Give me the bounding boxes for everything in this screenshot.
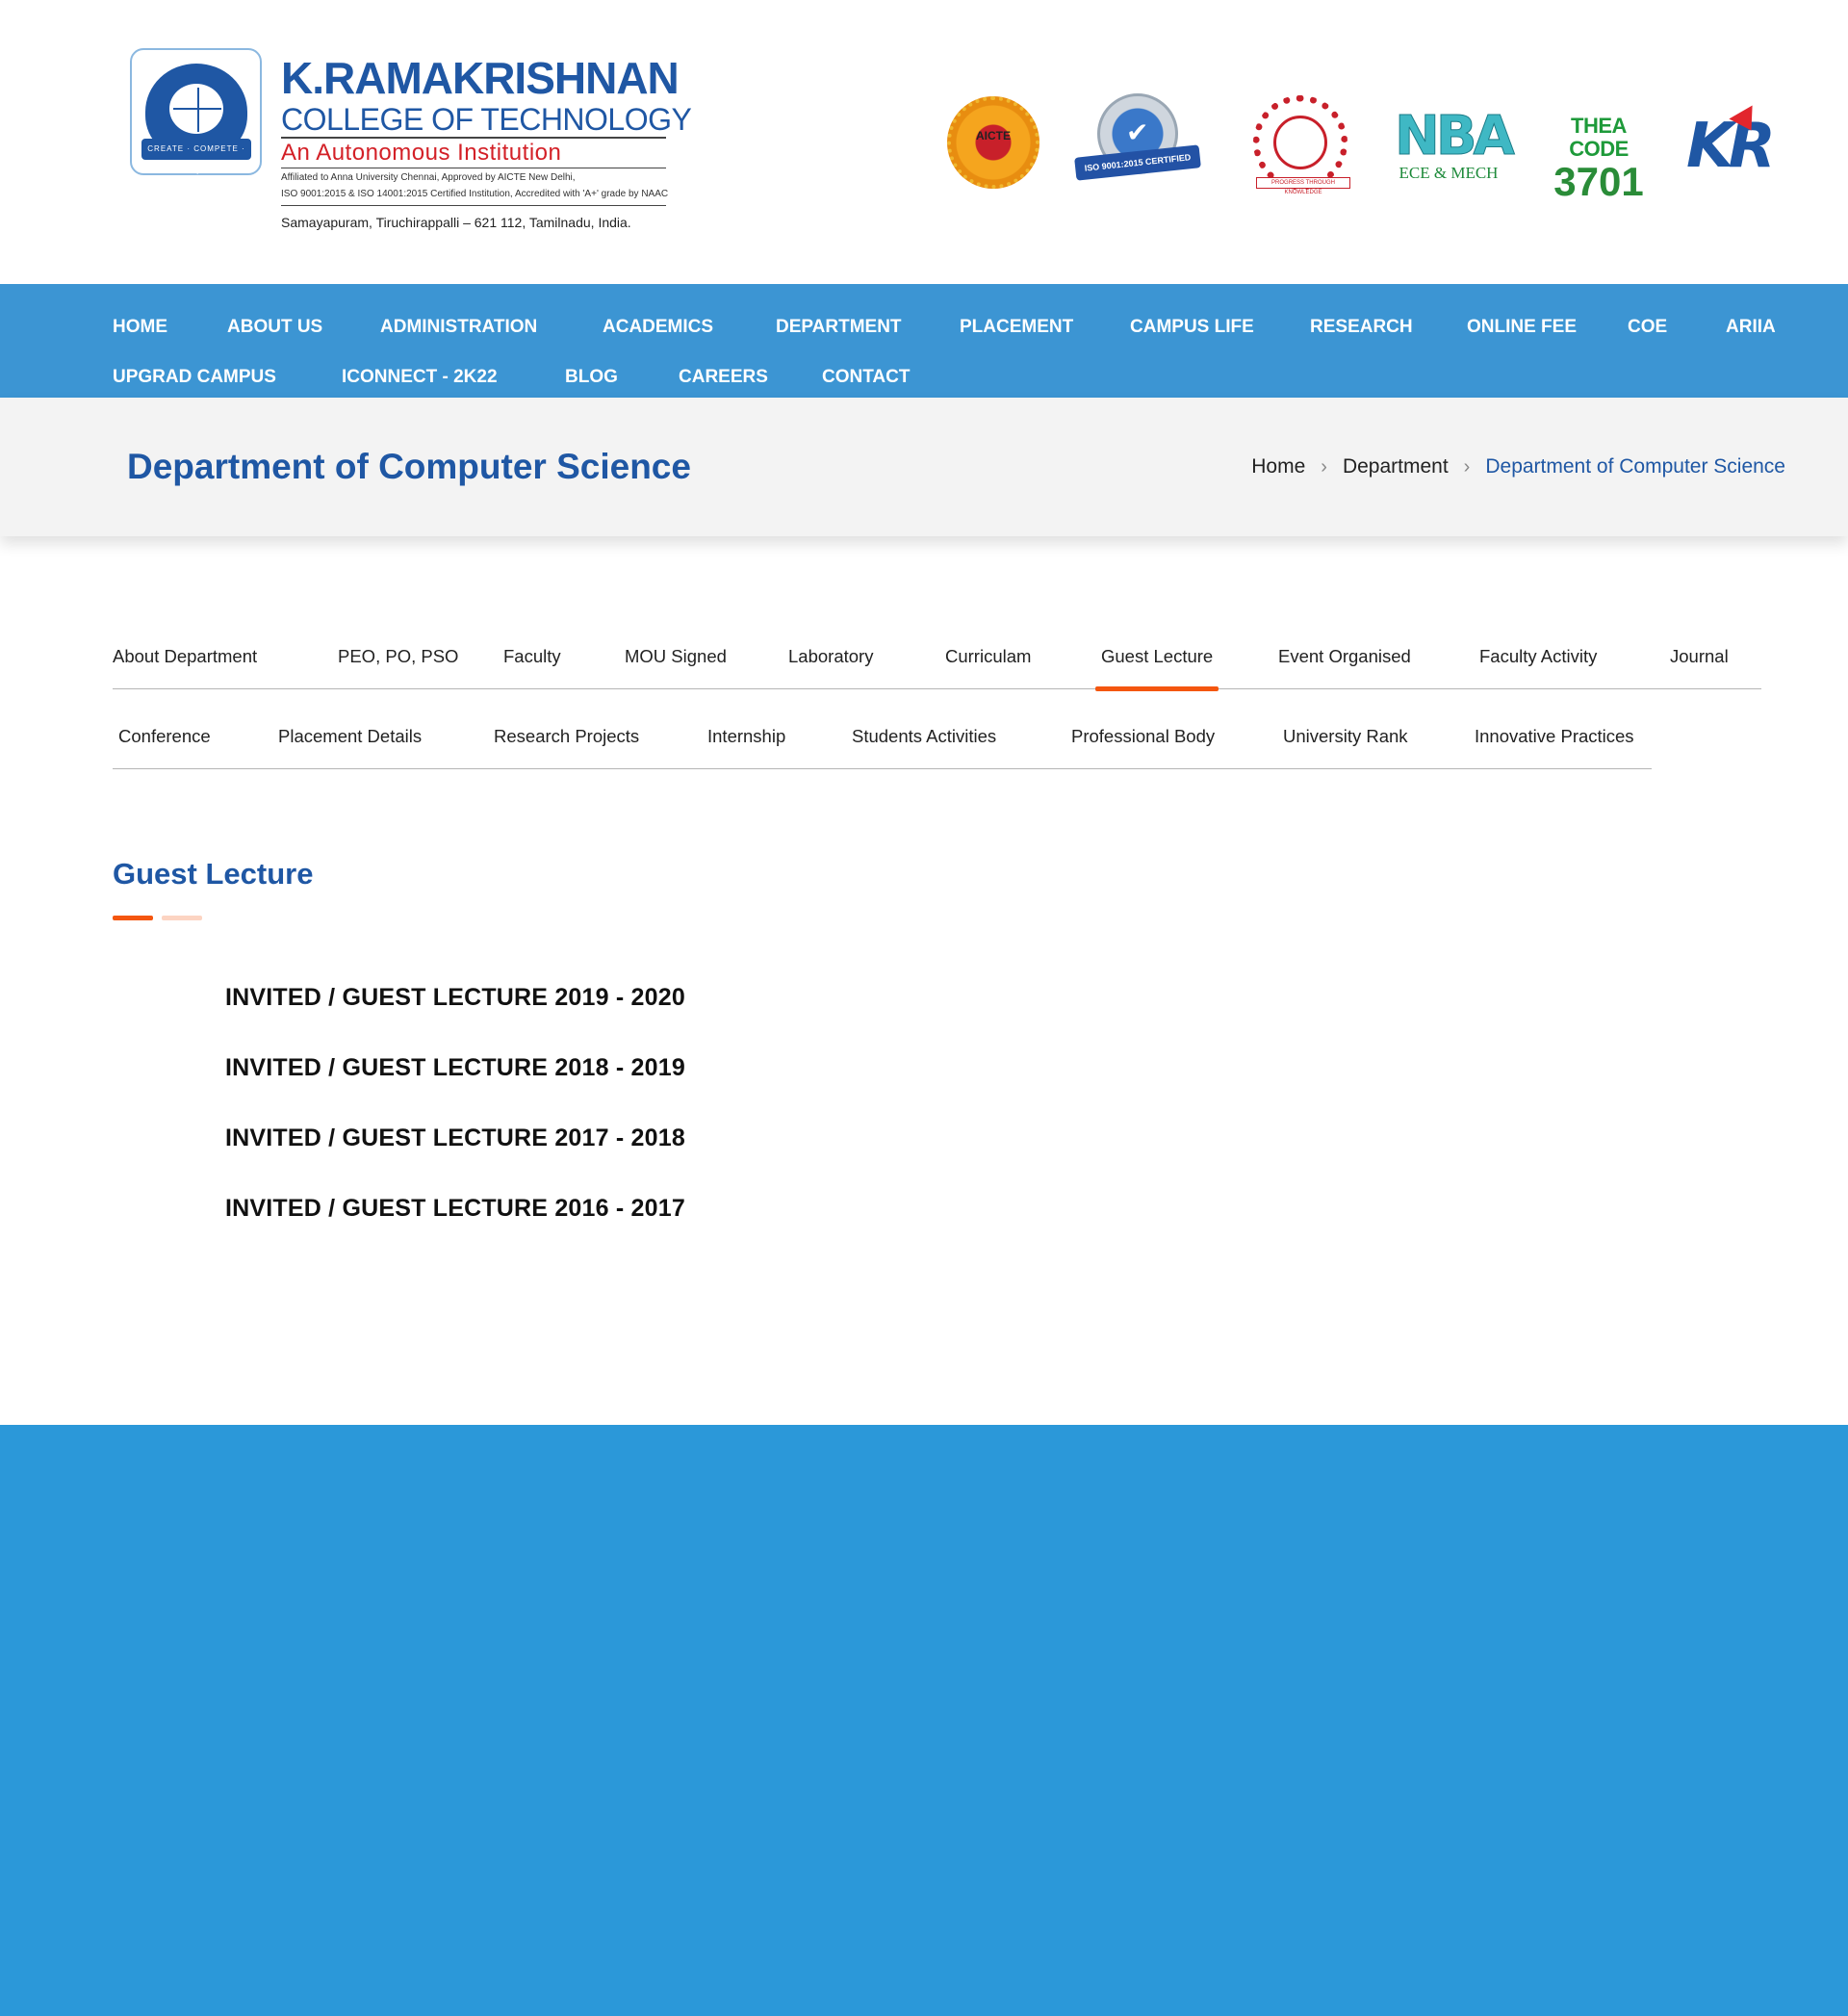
nav-ariia[interactable]: ARIIA bbox=[1726, 316, 1776, 339]
department-tabs-row-2: Conference Placement Details Research Pr… bbox=[113, 690, 1652, 769]
accreditation-badges: AICTE ISO 9001:2015 CERTIFIED PROGRESS T… bbox=[943, 91, 1810, 203]
college-wordmark[interactable]: K.RAMAKRISHNAN COLLEGE OF TECHNOLOGY An … bbox=[281, 53, 692, 235]
tab-professional-body[interactable]: Professional Body bbox=[1071, 690, 1215, 769]
affiliation-line-2: ISO 9001:2015 & ISO 14001:2015 Certified… bbox=[281, 187, 668, 206]
aicte-label: AICTE bbox=[976, 129, 1011, 142]
iso-certified-badge-icon: ISO 9001:2015 CERTIFIED bbox=[1074, 93, 1201, 190]
section-title: Guest Lecture bbox=[113, 857, 314, 891]
nav-research[interactable]: RESEARCH bbox=[1310, 316, 1413, 339]
thea-code-badge: THEA CODE 3701 bbox=[1542, 114, 1656, 203]
site-footer bbox=[0, 1425, 1848, 2016]
nav-department[interactable]: DEPARTMENT bbox=[776, 316, 902, 339]
lecture-link-2019-2020[interactable]: INVITED / GUEST LECTURE 2019 - 2020 bbox=[225, 982, 685, 1013]
page-title-band: Department of Computer Science Home › De… bbox=[0, 398, 1848, 536]
kr-logo-icon[interactable]: KR bbox=[1686, 105, 1802, 180]
nav-academics[interactable]: ACADEMICS bbox=[603, 316, 713, 339]
chevron-right-icon: › bbox=[1321, 455, 1327, 478]
emblem-crest bbox=[167, 81, 226, 137]
college-address: Samayapuram, Tiruchirappalli – 621 112, … bbox=[281, 215, 631, 230]
tab-innovative-practices[interactable]: Innovative Practices bbox=[1475, 690, 1634, 769]
tab-peo-po-pso[interactable]: PEO, PO, PSO bbox=[338, 610, 458, 689]
breadcrumb-department[interactable]: Department bbox=[1343, 455, 1449, 478]
anna-university-logo-icon: PROGRESS THROUGH KNOWLEDGE bbox=[1253, 95, 1350, 195]
tab-university-rank[interactable]: University Rank bbox=[1283, 690, 1408, 769]
chevron-right-icon: › bbox=[1463, 455, 1471, 478]
tab-placement-details[interactable]: Placement Details bbox=[278, 690, 422, 769]
nba-logo-icon: NBA ECE & MECH bbox=[1395, 105, 1516, 182]
site-header: CREATE · COMPETE · CONQUER K.RAMAKRISHNA… bbox=[0, 0, 1848, 284]
nav-careers[interactable]: CAREERS bbox=[679, 366, 768, 389]
tab-research-projects[interactable]: Research Projects bbox=[494, 690, 639, 769]
college-name: K.RAMAKRISHNAN bbox=[281, 53, 680, 103]
main-navigation: HOME ABOUT US ADMINISTRATION ACADEMICS D… bbox=[0, 284, 1848, 398]
lecture-link-2018-2019[interactable]: INVITED / GUEST LECTURE 2018 - 2019 bbox=[225, 1052, 685, 1083]
tab-event-organised[interactable]: Event Organised bbox=[1278, 610, 1411, 689]
nav-coe[interactable]: COE bbox=[1628, 316, 1667, 339]
nav-home[interactable]: HOME bbox=[113, 316, 167, 339]
aicte-logo-icon: AICTE bbox=[947, 96, 1040, 189]
breadcrumb-current: Department of Computer Science bbox=[1485, 455, 1785, 478]
title-underline-accent bbox=[113, 916, 153, 920]
tab-conference[interactable]: Conference bbox=[118, 690, 211, 769]
nav-administration[interactable]: ADMINISTRATION bbox=[380, 316, 537, 339]
college-emblem-logo[interactable]: CREATE · COMPETE · CONQUER bbox=[130, 48, 262, 175]
nav-about-us[interactable]: ABOUT US bbox=[227, 316, 322, 339]
affiliation-line-1: Affiliated to Anna University Chennai, A… bbox=[281, 172, 576, 183]
title-underline-light bbox=[162, 916, 202, 920]
nav-online-fee[interactable]: ONLINE FEE bbox=[1467, 316, 1577, 339]
nav-iconnect[interactable]: ICONNECT - 2K22 bbox=[342, 366, 498, 389]
nav-blog[interactable]: BLOG bbox=[565, 366, 618, 389]
page-title: Department of Computer Science bbox=[127, 447, 691, 486]
autonomous-label: An Autonomous Institution bbox=[281, 139, 666, 168]
lecture-link-2016-2017[interactable]: INVITED / GUEST LECTURE 2016 - 2017 bbox=[225, 1193, 685, 1224]
tab-faculty-activity[interactable]: Faculty Activity bbox=[1479, 610, 1597, 689]
tab-about-department[interactable]: About Department bbox=[113, 610, 257, 689]
thea-code-number: 3701 bbox=[1553, 159, 1644, 204]
tab-students-activities[interactable]: Students Activities bbox=[852, 690, 996, 769]
nba-subtitle: ECE & MECH bbox=[1399, 164, 1499, 182]
tab-laboratory[interactable]: Laboratory bbox=[788, 610, 873, 689]
lecture-link-2017-2018[interactable]: INVITED / GUEST LECTURE 2017 - 2018 bbox=[225, 1123, 685, 1153]
thea-code-label: THEA CODE bbox=[1569, 114, 1629, 161]
nav-upgrad-campus[interactable]: UPGRAD CAMPUS bbox=[113, 366, 276, 389]
breadcrumb: Home › Department › Department of Comput… bbox=[1251, 453, 1785, 480]
anna-university-tagline: PROGRESS THROUGH KNOWLEDGE bbox=[1256, 177, 1350, 195]
breadcrumb-home[interactable]: Home bbox=[1251, 455, 1305, 478]
anna-university-core bbox=[1273, 116, 1327, 169]
tab-faculty[interactable]: Faculty bbox=[503, 610, 561, 689]
nav-contact[interactable]: CONTACT bbox=[822, 366, 910, 389]
college-subtitle: COLLEGE OF TECHNOLOGY bbox=[281, 102, 692, 139]
emblem-motto: CREATE · COMPETE · CONQUER bbox=[141, 139, 251, 174]
tab-mou-signed[interactable]: MOU Signed bbox=[625, 610, 727, 689]
tab-curriculam[interactable]: Curriculam bbox=[945, 610, 1031, 689]
tab-guest-lecture[interactable]: Guest Lecture bbox=[1094, 610, 1219, 691]
iso-label: ISO 9001:2015 CERTIFIED bbox=[1074, 144, 1201, 181]
nav-placement[interactable]: PLACEMENT bbox=[960, 316, 1073, 339]
tab-journal[interactable]: Journal bbox=[1670, 610, 1729, 689]
nba-label: NBA bbox=[1395, 105, 1516, 168]
nav-campus-life[interactable]: CAMPUS LIFE bbox=[1130, 316, 1254, 339]
tab-internship[interactable]: Internship bbox=[707, 690, 785, 769]
department-tabs-row-1: About Department PEO, PO, PSO Faculty MO… bbox=[113, 610, 1761, 691]
